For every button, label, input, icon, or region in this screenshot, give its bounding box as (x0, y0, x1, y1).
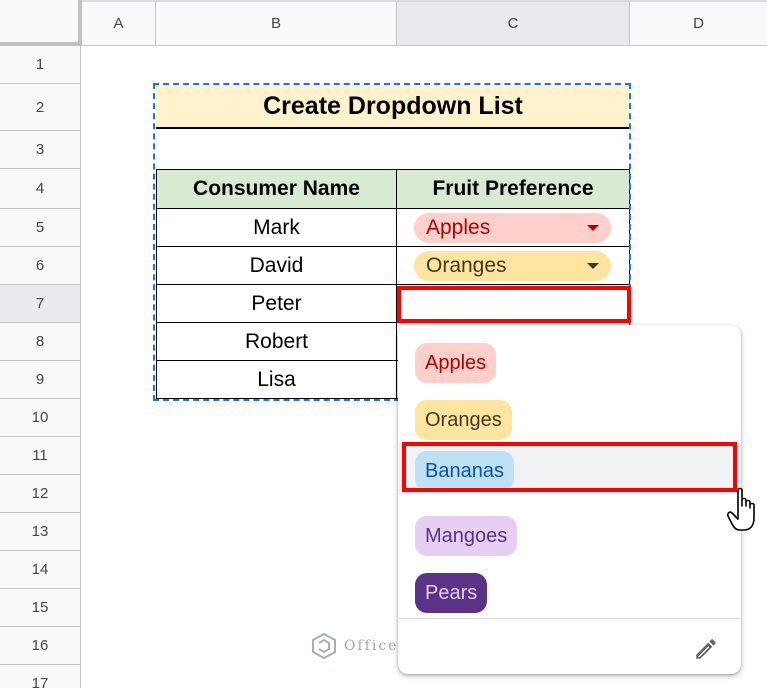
row-label: 2 (36, 99, 44, 116)
row-label: 17 (32, 675, 49, 688)
row-label: 4 (36, 180, 44, 197)
option-chip: Apples (415, 343, 496, 383)
dropdown-arrow-icon[interactable] (587, 225, 599, 231)
row-header-11[interactable]: 11 (0, 437, 81, 475)
row-header-1[interactable]: 1 (0, 46, 81, 84)
dropdown-arrow-icon[interactable] (587, 263, 599, 269)
officewheel-logo-icon (310, 632, 338, 660)
row-header-8[interactable]: 8 (0, 323, 81, 361)
row-label: 16 (32, 637, 49, 654)
pencil-icon (693, 636, 719, 662)
row-header-5[interactable]: 5 (0, 209, 81, 247)
cell-name-robert[interactable]: Robert (156, 323, 397, 361)
row-header-17[interactable]: 17 (0, 665, 81, 688)
column-label: C (508, 15, 519, 32)
row-header-3[interactable]: 3 (0, 131, 81, 169)
row-label: 9 (36, 371, 44, 388)
cell-name-mark[interactable]: Mark (156, 209, 397, 247)
row-header-15[interactable]: 15 (0, 589, 81, 627)
row-header-10[interactable]: 10 (0, 399, 81, 437)
header-fruit-preference[interactable]: Fruit Preference (396, 169, 630, 209)
row-header-16[interactable]: 16 (0, 627, 81, 665)
column-label: B (271, 15, 281, 32)
dropdown-option-apples[interactable]: Apples (398, 332, 741, 384)
active-cell-c7[interactable] (397, 286, 631, 323)
row-header-14[interactable]: 14 (0, 551, 81, 589)
dropdown-chip-apples[interactable]: Apples (414, 213, 611, 243)
dropdown-option-oranges[interactable]: Oranges (398, 389, 741, 441)
cell-name-david[interactable]: David (156, 247, 397, 285)
row-label: 14 (32, 561, 49, 578)
dropdown-menu: Apples Oranges Bananas Mangoes Pears (398, 325, 741, 674)
dropdown-option-pears[interactable]: Pears (398, 562, 741, 614)
option-chip: Mangoes (415, 516, 517, 556)
row-header-7[interactable]: 7 (0, 285, 81, 323)
dropdown-divider (398, 618, 741, 619)
row-header-6[interactable]: 6 (0, 247, 81, 285)
cell-fruit-david[interactable]: Oranges (396, 247, 630, 285)
cell-name-peter[interactable]: Peter (156, 285, 397, 323)
edit-dropdown-button[interactable] (691, 634, 721, 664)
row-header-13[interactable]: 13 (0, 513, 81, 551)
column-header-d[interactable]: D (630, 2, 767, 46)
select-all-corner[interactable] (0, 0, 82, 46)
row-label: 13 (32, 523, 49, 540)
option-chip: Oranges (415, 400, 512, 440)
row-label: 1 (36, 56, 44, 73)
row-label: 3 (36, 141, 44, 158)
cell-name-lisa[interactable]: Lisa (156, 361, 397, 399)
column-label: A (113, 15, 123, 32)
header-consumer-name[interactable]: Consumer Name (156, 169, 397, 209)
row-label: 5 (36, 219, 44, 236)
cell-fruit-mark[interactable]: Apples (396, 209, 630, 247)
row-label: 10 (32, 409, 49, 426)
row-label: 11 (32, 447, 48, 464)
column-header-c[interactable]: C (397, 2, 630, 46)
row-label: 7 (36, 295, 44, 312)
column-header-a[interactable]: A (82, 2, 156, 46)
row-header-12[interactable]: 12 (0, 475, 81, 513)
dropdown-chip-oranges[interactable]: Oranges (414, 251, 611, 281)
option-chip: Pears (415, 573, 487, 613)
row-label: 15 (32, 599, 49, 616)
row-header-9[interactable]: 9 (0, 361, 81, 399)
row-header-4[interactable]: 4 (0, 169, 81, 209)
table-title[interactable]: Create Dropdown List (156, 85, 630, 129)
row-label: 8 (36, 333, 44, 350)
hand-cursor-icon (726, 486, 762, 534)
row-label: 6 (36, 257, 44, 274)
dropdown-option-mangoes[interactable]: Mangoes (398, 505, 741, 557)
highlight-box (402, 442, 737, 492)
chip-label: Apples (426, 216, 490, 240)
chip-label: Oranges (426, 254, 507, 278)
column-label: D (693, 15, 704, 32)
row-label: 12 (32, 485, 49, 502)
column-header-b[interactable]: B (156, 2, 397, 46)
row-header-2[interactable]: 2 (0, 84, 81, 131)
